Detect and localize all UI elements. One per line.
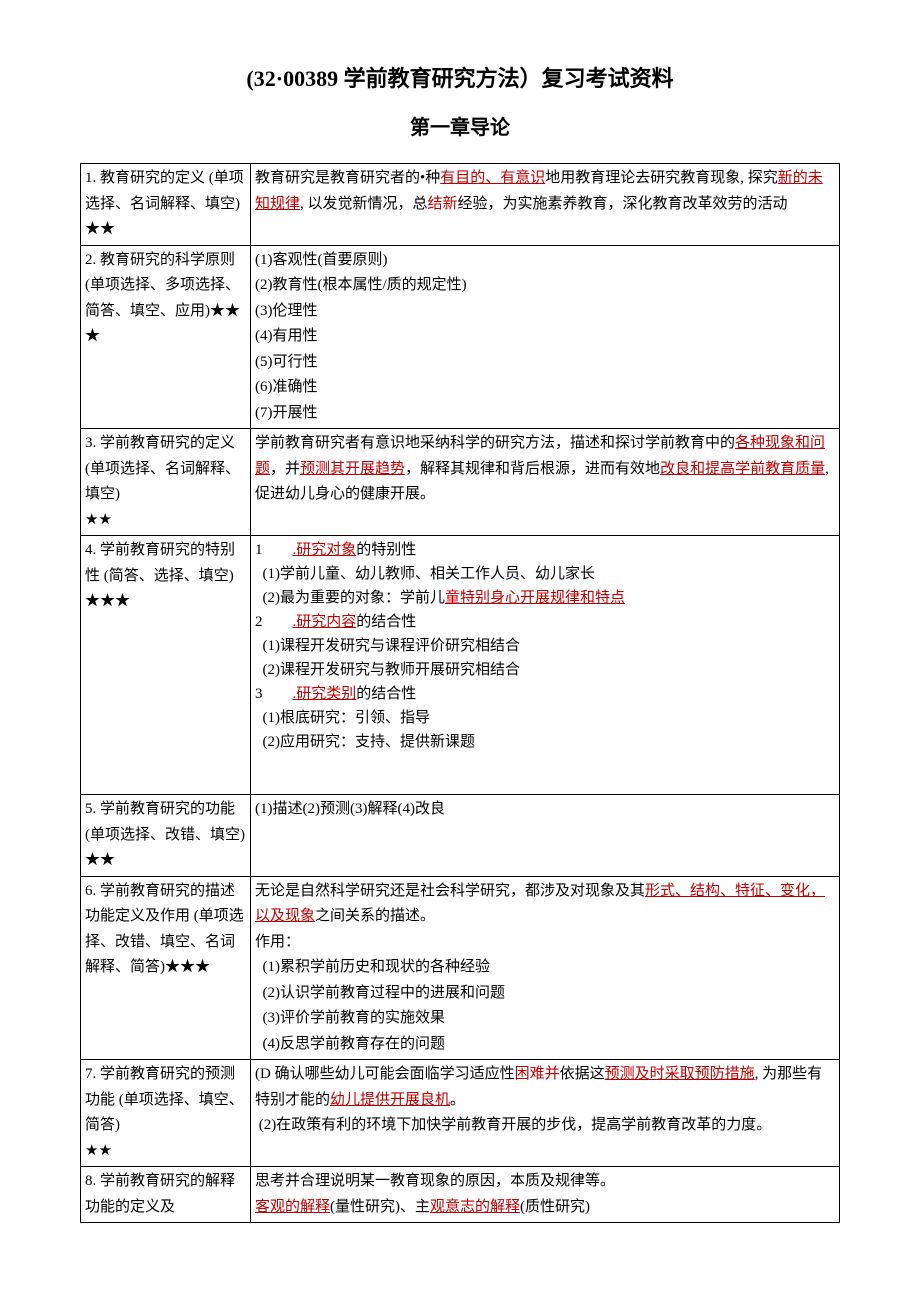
row-content: 1 .研究对象的特别性 (1)学前儿童、幼儿教师、相关工作人员、幼儿家长 (2)…: [251, 536, 840, 795]
table-row: 6. 学前教育研究的描述功能定义及作用 (单项选择、改错、填空、名词解释、简答)…: [81, 876, 840, 1060]
row-label: 8. 学前教育研究的解释功能的定义及: [81, 1167, 251, 1223]
row-label: 2. 教育研究的科学原则 (单项选择、多项选择、简答、填空、应用)★★★: [81, 245, 251, 429]
table-row: 8. 学前教育研究的解释功能的定义及思考并合理说明某一教育现象的原因，本质及规律…: [81, 1167, 840, 1223]
row-label: 5. 学前教育研究的功能 (单项选择、改错、填空)★★: [81, 795, 251, 877]
study-table: 1. 教育研究的定义 (单项选择、名词解释、填空)★★教育研究是教育研究者的•种…: [80, 163, 840, 1223]
table-row: 3. 学前教育研究的定义 (单项选择、名词解释、填空) ★★学前教育研究者有意识…: [81, 429, 840, 536]
row-content: 无论是自然科学研究还是社会科学研究，都涉及对现象及其形式、结构、特征、变化，以及…: [251, 876, 840, 1060]
row-content: 学前教育研究者有意识地采纳科学的研究方法，描述和探讨学前教育中的各种现象和问题，…: [251, 429, 840, 536]
table-row: 5. 学前教育研究的功能 (单项选择、改错、填空)★★(1)描述(2)预测(3)…: [81, 795, 840, 877]
row-label: 1. 教育研究的定义 (单项选择、名词解释、填空)★★: [81, 164, 251, 246]
row-label: 3. 学前教育研究的定义 (单项选择、名词解释、填空) ★★: [81, 429, 251, 536]
chapter-title: 第一章导论: [80, 111, 840, 145]
table-row: 4. 学前教育研究的特别性 (简答、选择、填空)★★★1 .研究对象的特别性 (…: [81, 536, 840, 795]
table-row: 1. 教育研究的定义 (单项选择、名词解释、填空)★★教育研究是教育研究者的•种…: [81, 164, 840, 246]
row-label: 6. 学前教育研究的描述功能定义及作用 (单项选择、改错、填空、名词解释、简答)…: [81, 876, 251, 1060]
table-row: 2. 教育研究的科学原则 (单项选择、多项选择、简答、填空、应用)★★★(1)客…: [81, 245, 840, 429]
row-content: (1)描述(2)预测(3)解释(4)改良: [251, 795, 840, 877]
row-label: 4. 学前教育研究的特别性 (简答、选择、填空)★★★: [81, 536, 251, 795]
row-content: (1)客观性(首要原则)(2)教育性(根本属性/质的规定性)(3)伦理性(4)有…: [251, 245, 840, 429]
table-row: 7. 学前教育研究的预测功能 (单项选择、填空、简答) ★★(D 确认哪些幼儿可…: [81, 1060, 840, 1167]
row-content: (D 确认哪些幼儿可能会面临学习适应性困难并依据这预测及时采取预防措施, 为那些…: [251, 1060, 840, 1167]
row-label: 7. 学前教育研究的预测功能 (单项选择、填空、简答) ★★: [81, 1060, 251, 1167]
row-content: 思考并合理说明某一教育现象的原因，本质及规律等。客观的解释(量性研究)、主观意志…: [251, 1167, 840, 1223]
page-title: (32·00389 学前教育研究方法）复习考试资料: [80, 60, 840, 97]
row-content: 教育研究是教育研究者的•种有目的、有意识地用教育理论去研究教育现象, 探究新的未…: [251, 164, 840, 246]
